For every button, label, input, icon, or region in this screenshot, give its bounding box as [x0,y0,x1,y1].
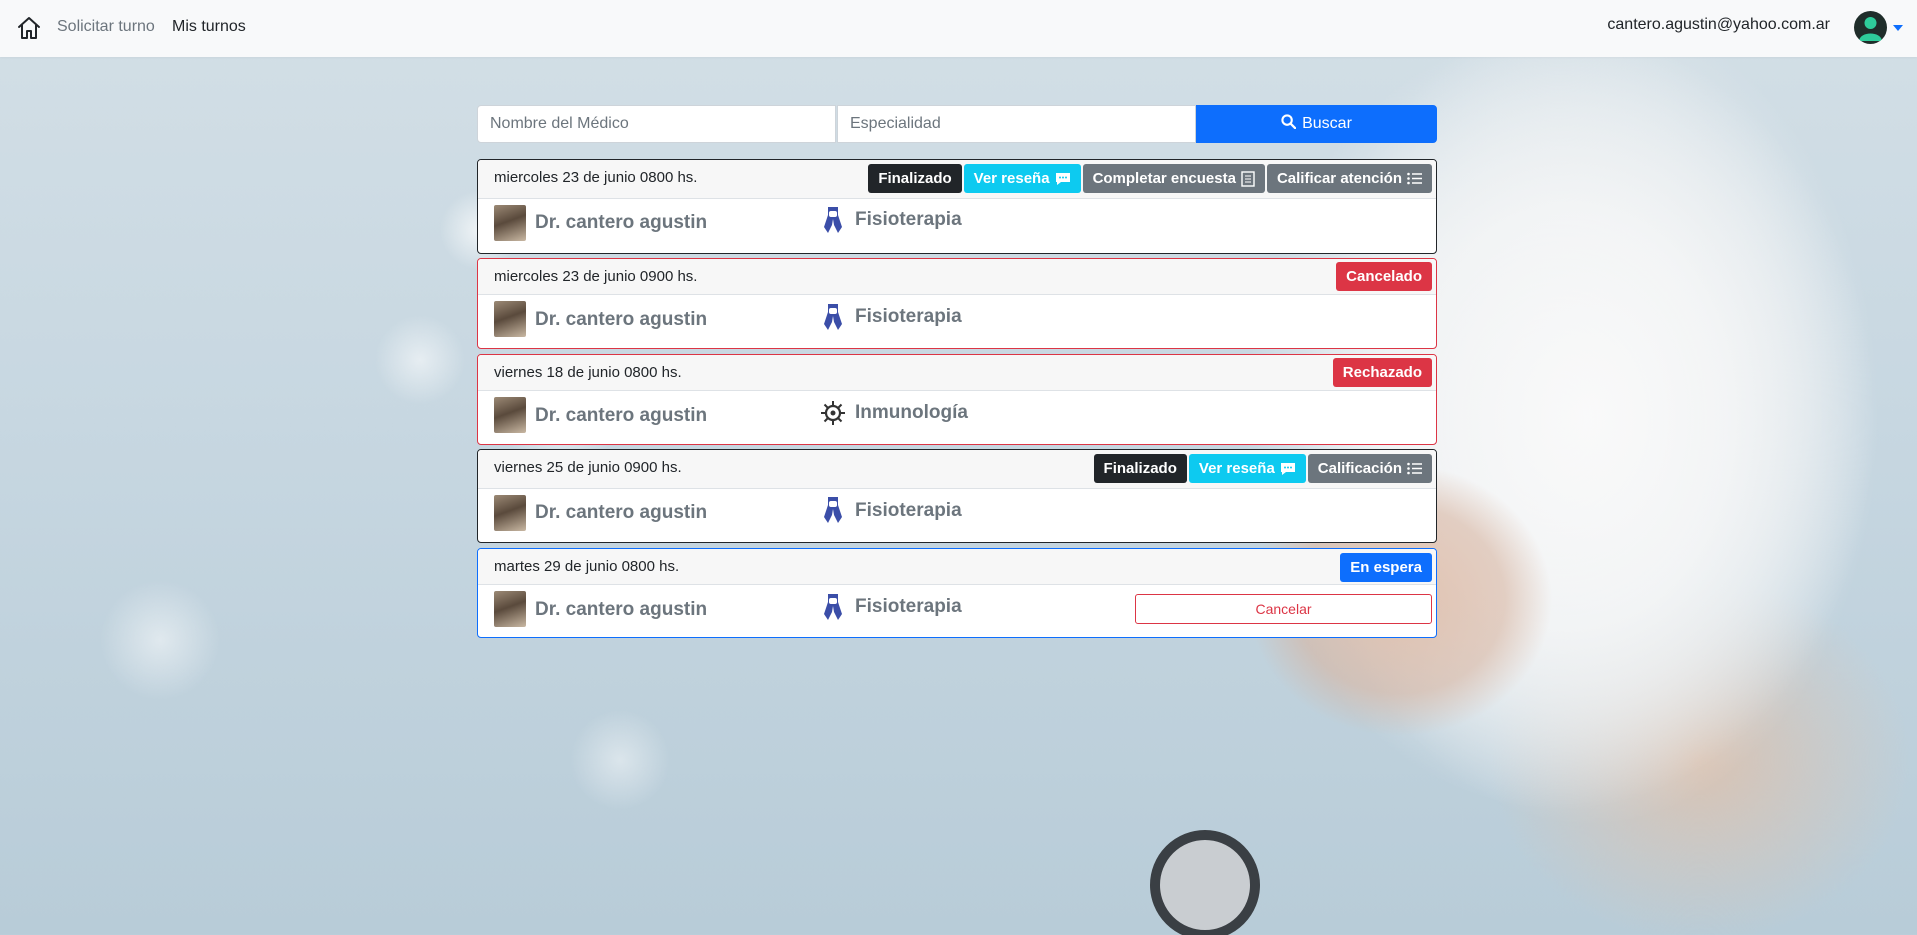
virus-icon [819,398,847,428]
specialty-name: Fisioterapia [855,306,962,327]
doctor-name: Dr. cantero agustin [535,309,708,330]
appointment-body: Dr. cantero agustin Fisioterapia [478,489,1436,542]
appointment-card: miercoles 23 de junio 0800 hs. Finalizad… [477,159,1437,254]
user-avatar-icon[interactable] [1854,11,1887,44]
list-icon [1407,172,1422,185]
background-stethoscope [1150,830,1260,935]
appointment-card: viernes 25 de junio 0900 hs. Finalizado … [477,449,1437,543]
search-icon [1281,114,1297,134]
nav-link-mis-turnos[interactable]: Mis turnos [172,18,246,36]
cancel-appointment-button[interactable]: Cancelar [1135,594,1432,624]
search-bar: Buscar [477,105,1437,143]
appointment-header: miercoles 23 de junio 0900 hs. Cancelado [478,259,1436,295]
list-icon [1407,462,1422,475]
status-badge: En espera [1340,553,1432,582]
doctor-name: Dr. cantero agustin [535,599,708,620]
doctor-avatar [494,495,526,531]
appointment-card: martes 29 de junio 0800 hs. En espera Dr… [477,548,1437,638]
appointment-body: Dr. cantero agustin Fisioterapia [478,199,1436,253]
user-email: cantero.agustin@yahoo.com.ar [1607,16,1830,33]
home-icon[interactable] [16,16,42,40]
complete-survey-label: Completar encuesta [1092,170,1236,187]
status-badge: Cancelado [1336,262,1432,291]
status-badge: Finalizado [1093,454,1187,483]
caret-down-icon[interactable] [1893,25,1903,31]
appointment-date: viernes 25 de junio 0900 hs. [494,459,682,476]
rating-label: Calificación [1317,460,1402,477]
doctor-name: Dr. cantero agustin [535,405,708,426]
complete-survey-button[interactable]: Completar encuesta [1082,164,1265,193]
chat-icon [1280,462,1295,475]
appointment-date: miercoles 23 de junio 0900 hs. [494,268,698,285]
appointment-actions: En espera [1340,553,1432,582]
doctor-avatar [494,397,526,433]
appointment-header: viernes 18 de junio 0800 hs. Rechazado [478,355,1436,391]
specialty-name: Fisioterapia [855,596,962,617]
appointment-header: martes 29 de junio 0800 hs. En espera [478,549,1436,585]
appointment-actions: Finalizado Ver reseña Completar encuesta… [868,164,1432,193]
search-button[interactable]: Buscar [1196,105,1437,143]
doctor-avatar [494,205,526,241]
rate-attention-label: Calificar atención [1276,170,1402,187]
appointment-card: miercoles 23 de junio 0900 hs. Cancelado… [477,258,1437,349]
doctor-avatar [494,301,526,337]
appointment-body: Dr. cantero agustin Fisioterapia [478,295,1436,348]
top-navbar: Solicitar turno Mis turnos cantero.agust… [0,0,1917,57]
rating-button[interactable]: Calificación [1307,454,1432,483]
search-button-label: Buscar [1302,115,1352,132]
appointment-actions: Finalizado Ver reseña Calificación [1093,454,1432,483]
nav-link-solicitar-turno[interactable]: Solicitar turno [57,18,155,36]
physio-icon [819,592,847,622]
document-icon [1241,170,1255,187]
status-badge: Finalizado [868,164,962,193]
view-review-label: Ver reseña [1198,460,1275,477]
appointment-body: Dr. cantero agustin Inmunología [478,391,1436,444]
appointment-header: viernes 25 de junio 0900 hs. Finalizado … [478,450,1436,489]
specialty-name: Inmunología [855,402,968,423]
appointment-date: viernes 18 de junio 0800 hs. [494,364,682,381]
doctor-avatar [494,591,526,627]
physio-icon [819,302,847,332]
status-badge: Rechazado [1332,358,1432,387]
physio-icon [819,205,847,235]
specialty-name: Fisioterapia [855,209,962,230]
view-review-label: Ver reseña [973,170,1050,187]
appointment-card: viernes 18 de junio 0800 hs. Rechazado D… [477,354,1437,445]
appointment-header: miercoles 23 de junio 0800 hs. Finalizad… [478,160,1436,199]
view-review-button[interactable]: Ver reseña [1188,454,1306,483]
doctor-name: Dr. cantero agustin [535,212,708,233]
appointment-date: miercoles 23 de junio 0800 hs. [494,169,698,186]
rate-attention-button[interactable]: Calificar atención [1266,164,1432,193]
appointment-actions: Rechazado [1332,358,1432,387]
appointment-body: Dr. cantero agustin Fisioterapia Cancela… [478,585,1436,637]
doctor-name-input[interactable] [477,105,836,143]
chat-icon [1055,172,1070,185]
doctor-name: Dr. cantero agustin [535,502,708,523]
appointment-actions: Cancelado [1336,262,1432,291]
appointment-date: martes 29 de junio 0800 hs. [494,558,680,575]
specialty-input[interactable] [837,105,1196,143]
view-review-button[interactable]: Ver reseña [963,164,1081,193]
physio-icon [819,495,847,525]
specialty-name: Fisioterapia [855,500,962,521]
